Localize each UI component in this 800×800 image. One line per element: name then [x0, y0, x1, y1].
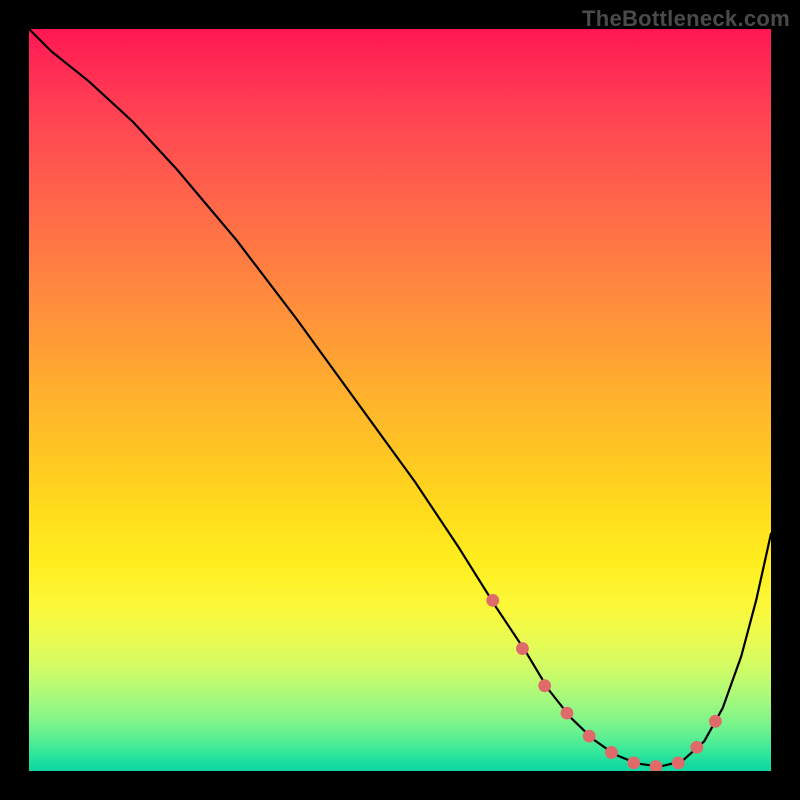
marker-dot [516, 642, 529, 655]
marker-dot [583, 730, 596, 743]
marker-dot [690, 741, 703, 754]
bottleneck-curve [29, 29, 771, 767]
marker-dot [486, 594, 499, 607]
watermark-text: TheBottleneck.com [582, 6, 790, 32]
curve-layer [29, 29, 771, 771]
marker-dot [709, 715, 722, 728]
marker-dot [627, 756, 640, 769]
marker-dot [605, 746, 618, 759]
marker-dots [486, 594, 721, 771]
plot-area [29, 29, 771, 771]
marker-dot [672, 756, 685, 769]
marker-dot [538, 679, 551, 692]
marker-dot [650, 760, 663, 771]
chart-stage: TheBottleneck.com [0, 0, 800, 800]
marker-dot [561, 707, 574, 720]
